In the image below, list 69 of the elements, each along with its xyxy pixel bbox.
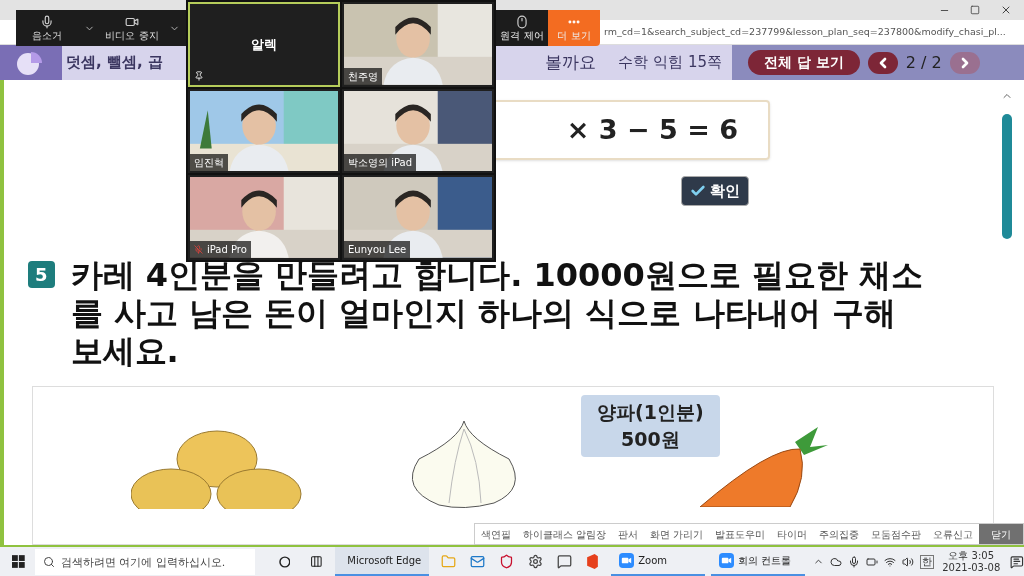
confirm-button[interactable]: 확인 (681, 176, 749, 206)
windows-icon[interactable] (12, 555, 25, 568)
meeting-control-button[interactable]: 원격 제어 (496, 10, 548, 46)
tool-button[interactable]: 색연필 (474, 524, 517, 544)
task-view-icon[interactable] (310, 555, 324, 568)
video-tile[interactable]: iPad Pro (188, 175, 340, 260)
lesson-title: 볼까요 (545, 50, 597, 74)
tool-button[interactable]: 화면 가리기 (643, 524, 709, 544)
office-icon[interactable] (586, 554, 600, 569)
tool-button[interactable]: 하이클래스 알림장 (516, 524, 612, 544)
video-tile[interactable]: 임진혁 (188, 88, 340, 174)
check-icon (690, 183, 706, 199)
mouse-icon (515, 15, 529, 29)
tool-button[interactable]: 주의집중 (813, 524, 865, 544)
speaker-icon[interactable] (902, 555, 915, 568)
show-answers-button[interactable]: 전체 답 보기 (748, 50, 860, 75)
participant-name: 박소영의 iPad (344, 154, 416, 172)
tool-button[interactable]: 판서 (611, 524, 644, 544)
video-camera-icon (619, 553, 635, 568)
video-tile[interactable]: 천주영 (342, 2, 494, 87)
tool-button[interactable]: 모둠점수판 (865, 524, 927, 544)
video-tile[interactable]: 알렉 (188, 2, 340, 87)
participant-name: iPad Pro (190, 241, 251, 258)
search-field[interactable]: 검색하려면 여기에 입력하십시오. (34, 549, 255, 575)
tool-button[interactable]: 타이머 (771, 524, 813, 544)
network-icon[interactable] (884, 555, 897, 568)
participant-name: 임진혁 (190, 154, 228, 172)
lesson-title: 덧셈, 뺄셈, 곱 (66, 52, 163, 74)
clock-time[interactable]: 오후 3:05 (948, 549, 995, 562)
notifications-icon[interactable] (1010, 554, 1024, 569)
previous-button[interactable] (867, 51, 898, 74)
scrollbar-thumb[interactable] (1002, 114, 1012, 239)
close-button[interactable]: 닫기 (979, 524, 1023, 544)
microphone-icon (40, 15, 54, 29)
taskbar-app[interactable]: 회의 컨트롤 (711, 547, 806, 576)
feedback-icon[interactable] (557, 554, 573, 569)
question-number: 5 (28, 261, 55, 288)
microphone-icon[interactable] (848, 555, 861, 568)
page-indicator: 2 / 2 (905, 51, 942, 74)
battery-icon[interactable] (866, 555, 879, 568)
maximize-icon[interactable] (970, 5, 980, 15)
video-camera-icon (719, 553, 735, 568)
taskbar-app[interactable]: Zoom (611, 547, 706, 576)
clock-date[interactable]: 2021-03-08 (942, 561, 1001, 574)
page-reference: 수학 익힘 15쪽 (618, 52, 722, 74)
video-tile[interactable]: 박소영의 iPad (342, 88, 494, 174)
tool-button[interactable]: 발표도우미 (709, 524, 771, 544)
close-icon[interactable] (1000, 4, 1012, 16)
settings-icon[interactable] (528, 554, 544, 569)
price-text: 500원 (620, 427, 680, 452)
meeting-control-button[interactable]: 음소거 (16, 10, 78, 46)
taskbar-app[interactable]: Microsoft Edge (335, 547, 430, 576)
cloud-icon[interactable] (830, 555, 843, 568)
mail-icon[interactable] (470, 554, 486, 569)
equation: × 3 − 5 = 6 (566, 112, 738, 147)
participant-name: Eunyou Lee (344, 241, 411, 258)
address-field[interactable]: rm_cd=1&search_subject_cd=237799&lesson_plan_seq=237800&modify_chasi_pl... (604, 24, 1006, 40)
price-text: 양파(1인분) (597, 400, 704, 425)
camera-icon (125, 15, 139, 29)
search-icon (42, 555, 55, 568)
video-tile[interactable]: Eunyou Lee (342, 175, 494, 260)
participant-name: 알렉 (251, 35, 277, 54)
cortana-icon[interactable] (278, 555, 291, 568)
shield-icon[interactable] (499, 554, 515, 569)
pin-icon (194, 70, 204, 81)
meeting-control-button[interactable]: 비디오 중지 (101, 10, 163, 46)
input-method-indicator[interactable]: 한 (920, 554, 935, 569)
participant-name: 천주영 (344, 67, 382, 85)
tool-button[interactable]: 오류신고 (927, 524, 979, 544)
